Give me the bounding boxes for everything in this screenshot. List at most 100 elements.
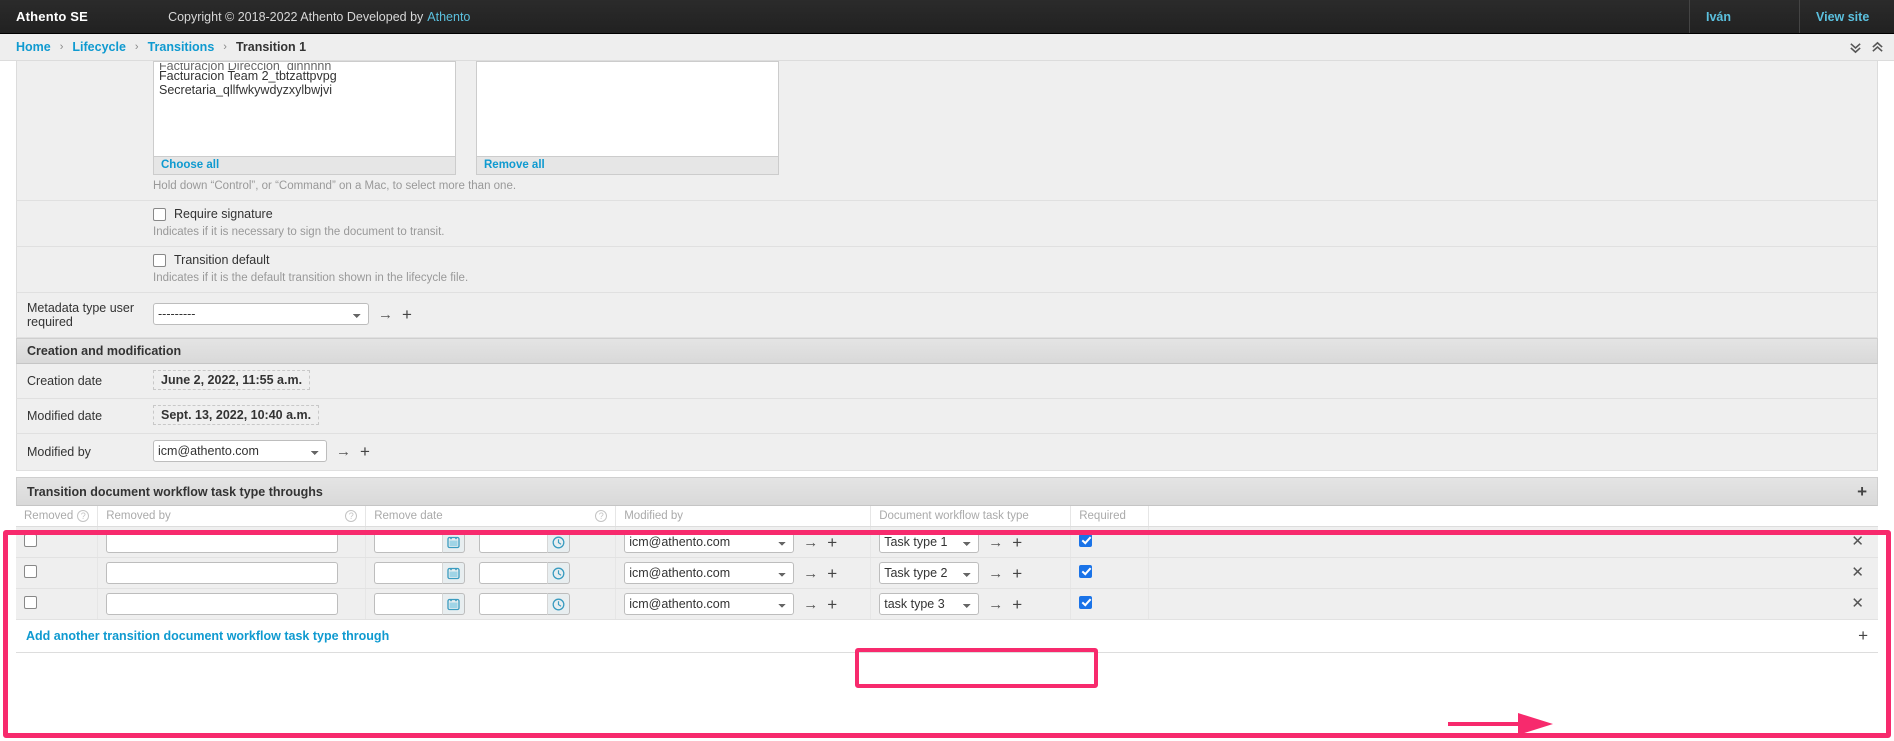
plus-icon[interactable]: + [1857,483,1867,500]
arrow-right-icon[interactable]: → [336,444,351,459]
required-checkbox[interactable] [1079,596,1092,609]
column-header-removed-label: Removed [24,510,73,522]
cell-task-type: Task type 1 → + [871,527,1071,558]
remove-date-input[interactable] [374,531,442,553]
metadata-type-user-required-label: Metadata type user required [17,293,153,337]
add-another-link[interactable]: Add another transition document workflow… [26,629,389,643]
list-item[interactable]: Facturacion Dirección_qjhhhhh [155,63,455,70]
calendar-icon[interactable] [442,562,465,584]
cell-required [1071,527,1149,558]
date-field-pair [374,562,465,584]
plus-icon[interactable]: + [827,534,837,551]
chevron-double-up-icon[interactable] [1871,41,1884,54]
removed-checkbox[interactable] [24,565,37,578]
require-signature-row: Require signature Indicates if it is nec… [16,201,1878,247]
plus-icon[interactable]: + [1012,534,1022,551]
require-signature-checkbox[interactable] [153,208,166,221]
row-task-type-select[interactable]: Task type 2 [879,562,979,584]
breadcrumb-separator: › [223,41,227,53]
breadcrumb-item-transitions[interactable]: Transitions [148,40,215,54]
remove-time-input[interactable] [479,562,547,584]
plus-icon[interactable]: + [827,565,837,582]
row-modified-by-group: icm@athento.com → + [624,593,862,615]
view-site-link[interactable]: View site [1799,0,1894,33]
choose-all-link[interactable]: Choose all [161,159,219,171]
row-modified-by-select[interactable]: icm@athento.com [624,593,794,615]
user-menu[interactable]: Iván [1689,0,1799,33]
groups-label [17,61,153,81]
transition-default-label: Transition default [174,253,269,267]
row-task-type-select[interactable]: Task type 1 [879,531,979,553]
table-head: Removed? Removed by? Remove date? Modifi… [16,506,1878,527]
require-signature-spacer [17,201,153,221]
help-icon[interactable]: ? [345,510,357,522]
arrow-right-icon[interactable]: → [803,566,818,581]
modified-by-select[interactable]: icm@athento.com [153,440,327,462]
remove-time-input[interactable] [479,531,547,553]
removed-by-input[interactable] [106,562,338,584]
creation-date-row: Creation date June 2, 2022, 11:55 a.m. [16,364,1878,399]
list-item[interactable]: Facturacion Team 2_tbtzattpvpg [155,70,455,84]
required-checkbox[interactable] [1079,565,1092,578]
row-modified-by-select[interactable]: icm@athento.com [624,531,794,553]
row-modified-by-select[interactable]: icm@athento.com [624,562,794,584]
plus-icon[interactable]: + [1858,627,1868,644]
remove-all-footer: Remove all [476,157,779,175]
arrow-right-icon[interactable]: → [988,535,1003,550]
list-item[interactable]: Secretaria_qllfwkywdyzxylbwjvi [155,84,455,98]
breadcrumb-item-lifecycle[interactable]: Lifecycle [72,40,126,54]
calendar-icon[interactable] [442,531,465,553]
athento-link[interactable]: Athento [427,10,470,24]
removed-by-input[interactable] [106,593,338,615]
annotation-highlight-task-type [855,648,1098,688]
row-task-type-select[interactable]: task type 3 [879,593,979,615]
plus-icon[interactable]: + [1012,565,1022,582]
modified-by-field: icm@athento.com → + [153,434,1877,470]
close-icon[interactable]: ✕ [1851,535,1864,549]
help-icon[interactable]: ? [595,510,607,522]
inline-table-header: Transition document workflow task type t… [16,477,1878,506]
table-row: icm@athento.com → + Task type 2 → + [16,558,1878,589]
available-groups-list[interactable]: Facturacion Dirección_qjhhhhh Facturacio… [153,61,456,157]
removed-checkbox[interactable] [24,596,37,609]
chosen-groups-list[interactable] [476,61,779,157]
remove-time-input[interactable] [479,593,547,615]
arrow-right-icon[interactable]: → [988,566,1003,581]
remove-date-input[interactable] [374,562,442,584]
column-header-delete [1149,506,1878,527]
plus-icon[interactable]: + [360,443,370,460]
arrow-right-icon[interactable]: → [988,597,1003,612]
removed-by-input[interactable] [106,531,338,553]
arrow-right-icon[interactable]: → [378,307,393,322]
clock-icon[interactable] [547,562,570,584]
cell-removed [16,527,98,558]
plus-icon[interactable]: + [1012,596,1022,613]
remove-all-link[interactable]: Remove all [484,159,545,171]
copyright-text: Copyright © 2018-2022 Athento Developed … [102,0,480,33]
close-icon[interactable]: ✕ [1851,597,1864,611]
column-header-remove-date: Remove date? [366,506,616,527]
modified-date-field: Sept. 13, 2022, 10:40 a.m. [153,399,1877,433]
arrow-right-icon[interactable]: → [803,597,818,612]
chevron-double-down-icon[interactable] [1849,41,1862,54]
arrow-right-icon[interactable]: → [803,535,818,550]
remove-date-input[interactable] [374,593,442,615]
column-header-remove-date-label: Remove date [374,510,442,522]
removed-checkbox[interactable] [24,534,37,547]
plus-icon[interactable]: + [402,306,412,323]
calendar-icon[interactable] [442,593,465,615]
creation-section-header: Creation and modification [16,338,1878,364]
metadata-type-user-required-select[interactable]: --------- [153,303,369,325]
breadcrumb-item-home[interactable]: Home [16,40,51,54]
plus-icon[interactable]: + [827,596,837,613]
transition-default-checkbox[interactable] [153,254,166,267]
required-checkbox[interactable] [1079,534,1092,547]
date-field-pair [374,593,465,615]
help-icon[interactable]: ? [77,510,89,522]
modified-date-label: Modified date [17,400,153,432]
groups-field: Facturacion Dirección_qjhhhhh Facturacio… [153,61,1877,200]
close-icon[interactable]: ✕ [1851,566,1864,580]
clock-icon[interactable] [547,593,570,615]
require-signature-field: Require signature Indicates if it is nec… [153,201,1877,246]
clock-icon[interactable] [547,531,570,553]
